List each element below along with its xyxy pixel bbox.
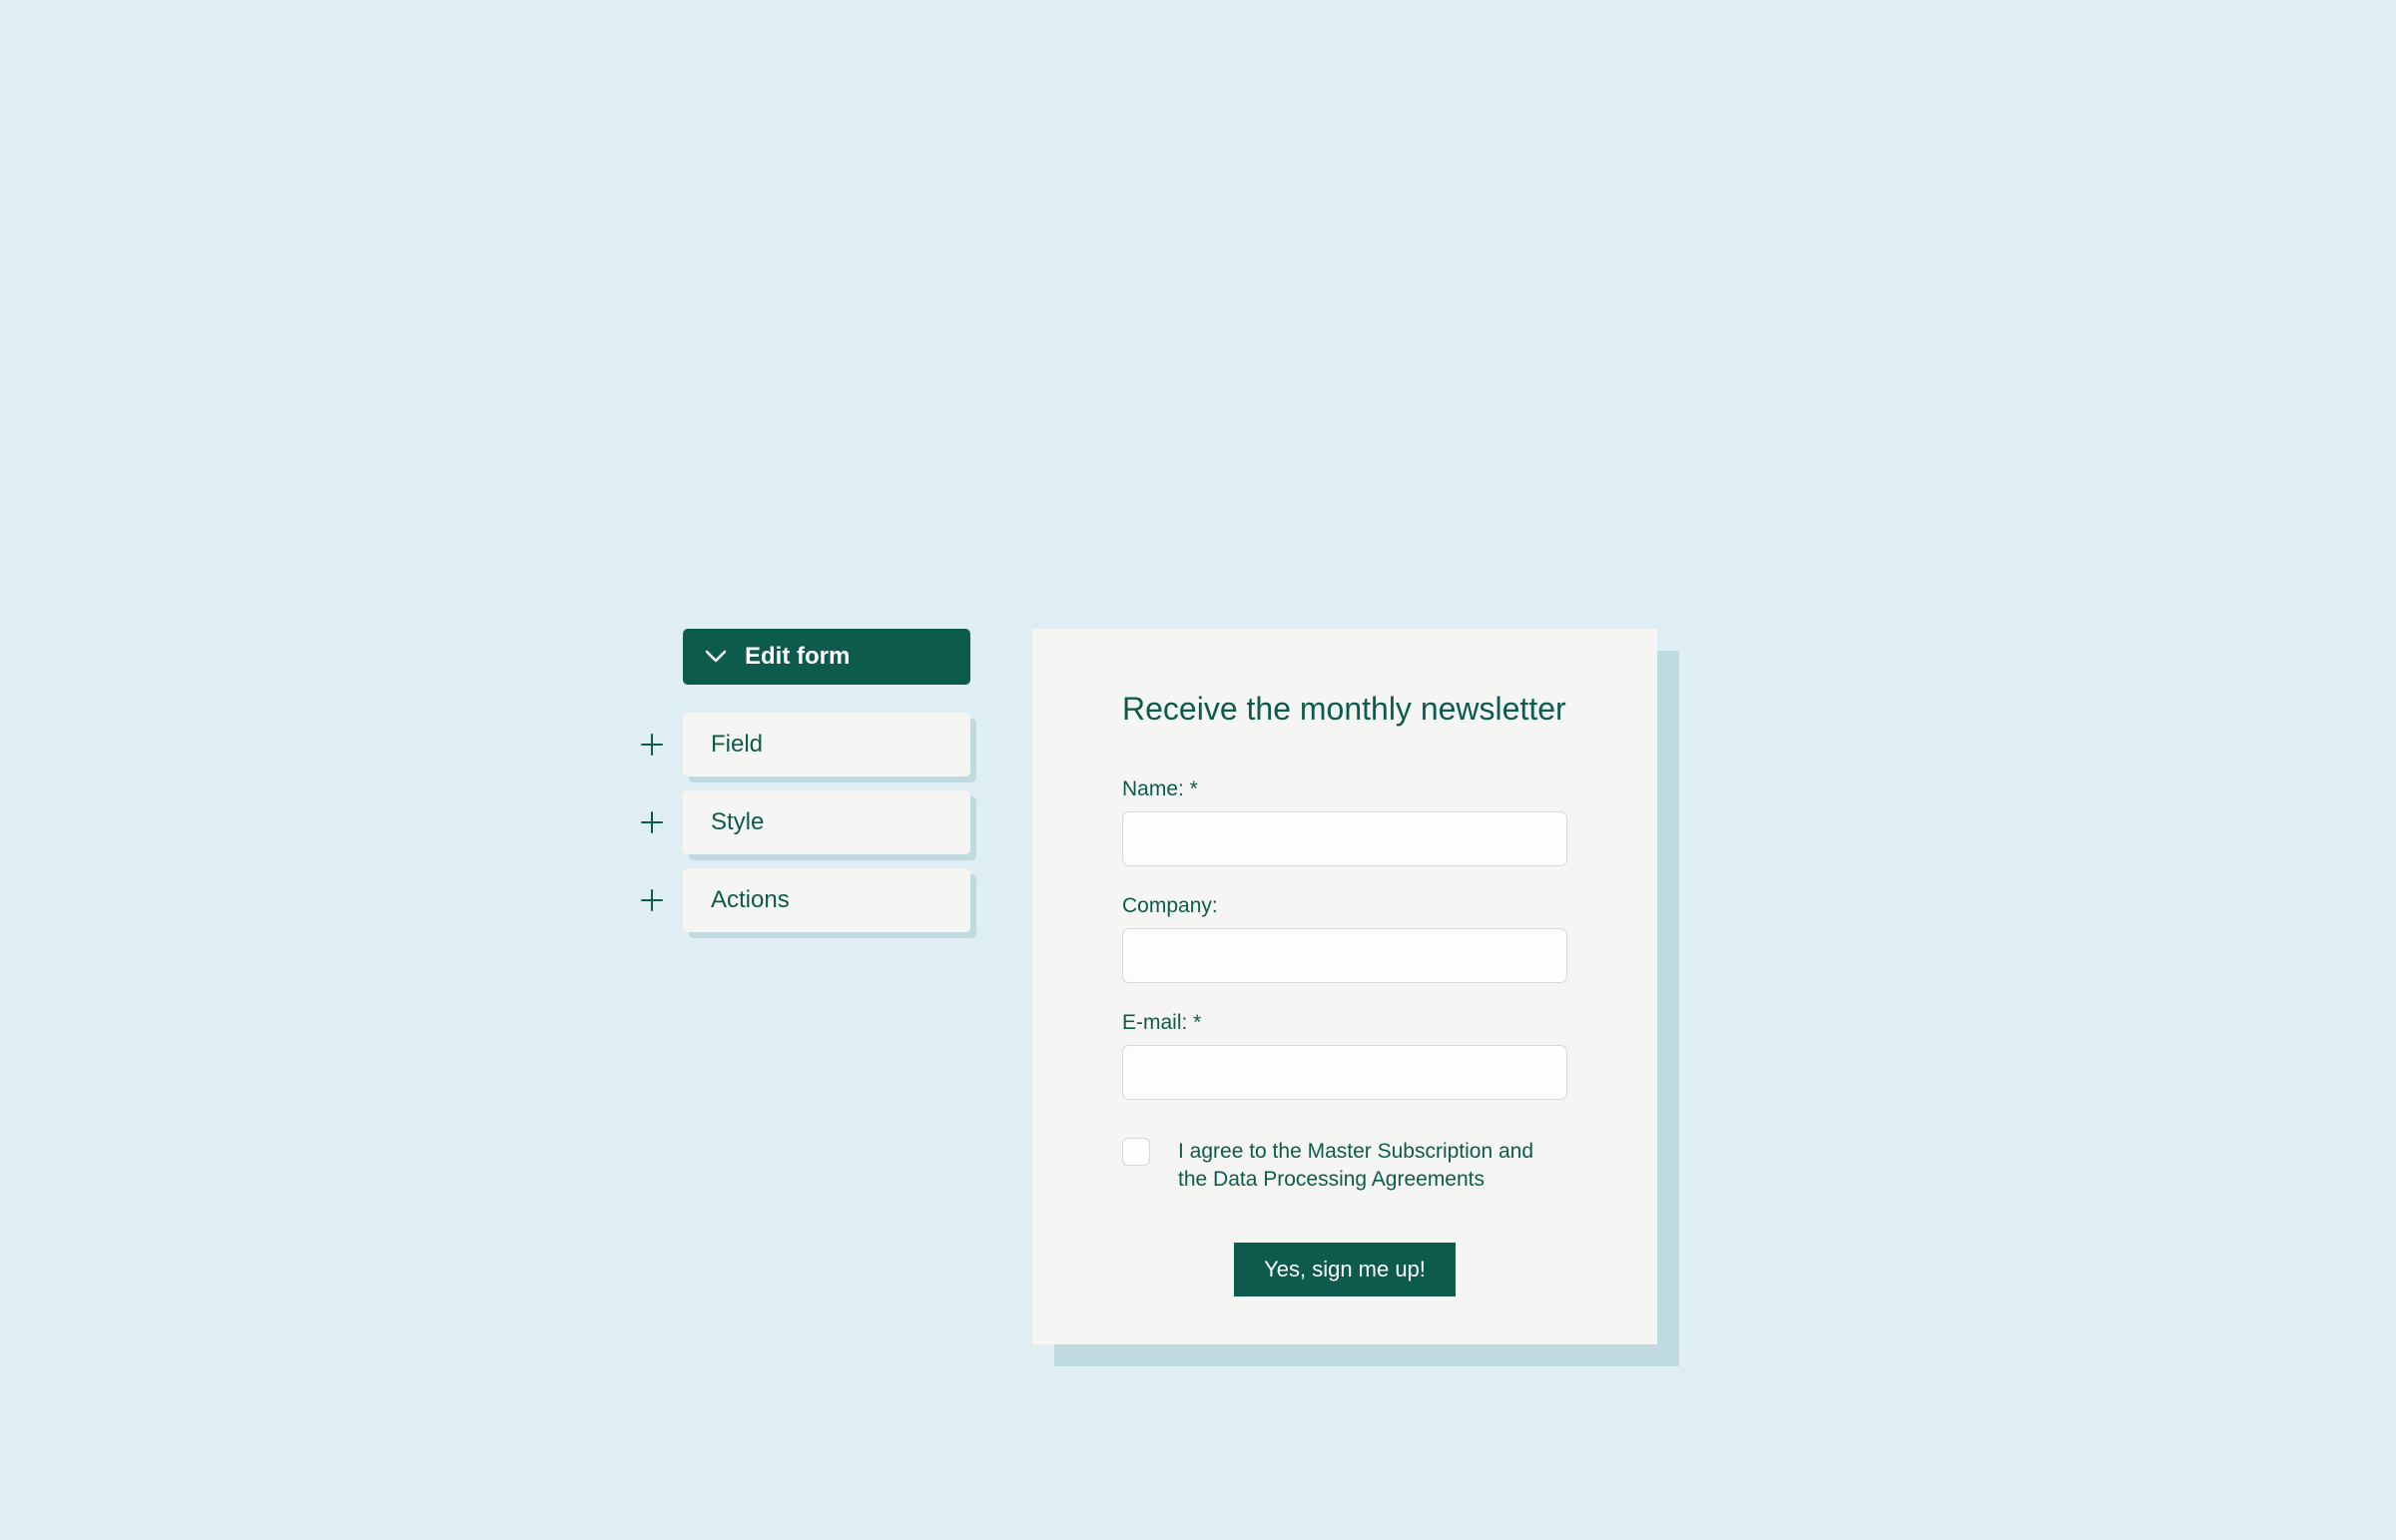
edit-form-header[interactable]: Edit form [683, 629, 970, 685]
name-label: Name: * [1122, 777, 1567, 801]
company-input[interactable] [1122, 928, 1567, 983]
agreement-checkbox-label: I agree to the Master Subscription and t… [1178, 1138, 1567, 1195]
add-field-button[interactable] [641, 734, 683, 756]
form-title: Receive the monthly newsletter [1122, 691, 1567, 728]
menu-row-style: Style [641, 790, 970, 854]
menu-item-actions[interactable]: Actions [683, 868, 970, 932]
plus-icon [641, 811, 663, 833]
menu-item-label: Field [711, 731, 763, 758]
form-group-company: Company: [1122, 894, 1567, 983]
company-label: Company: [1122, 894, 1567, 918]
chevron-down-icon [705, 650, 727, 664]
form-builder-container: Edit form Field Style [641, 629, 1657, 1344]
edit-form-header-label: Edit form [745, 643, 850, 671]
menu-item-field[interactable]: Field [683, 713, 970, 776]
form-editor-sidebar: Edit form Field Style [641, 629, 970, 946]
form-group-name: Name: * [1122, 777, 1567, 866]
form-group-email: E-mail: * [1122, 1011, 1567, 1100]
menu-item-label: Actions [711, 886, 790, 913]
agreement-checkbox[interactable] [1122, 1138, 1150, 1166]
add-actions-button[interactable] [641, 889, 683, 911]
email-input[interactable] [1122, 1045, 1567, 1100]
submit-button[interactable]: Yes, sign me up! [1234, 1243, 1456, 1296]
menu-row-actions: Actions [641, 868, 970, 932]
add-style-button[interactable] [641, 811, 683, 833]
menu-row-field: Field [641, 713, 970, 776]
name-input[interactable] [1122, 811, 1567, 866]
agreement-checkbox-row: I agree to the Master Subscription and t… [1122, 1138, 1567, 1195]
email-label: E-mail: * [1122, 1011, 1567, 1035]
form-preview-panel: Receive the monthly newsletter Name: * C… [1032, 629, 1657, 1344]
menu-item-label: Style [711, 808, 764, 835]
plus-icon [641, 734, 663, 756]
menu-item-style[interactable]: Style [683, 790, 970, 854]
plus-icon [641, 889, 663, 911]
